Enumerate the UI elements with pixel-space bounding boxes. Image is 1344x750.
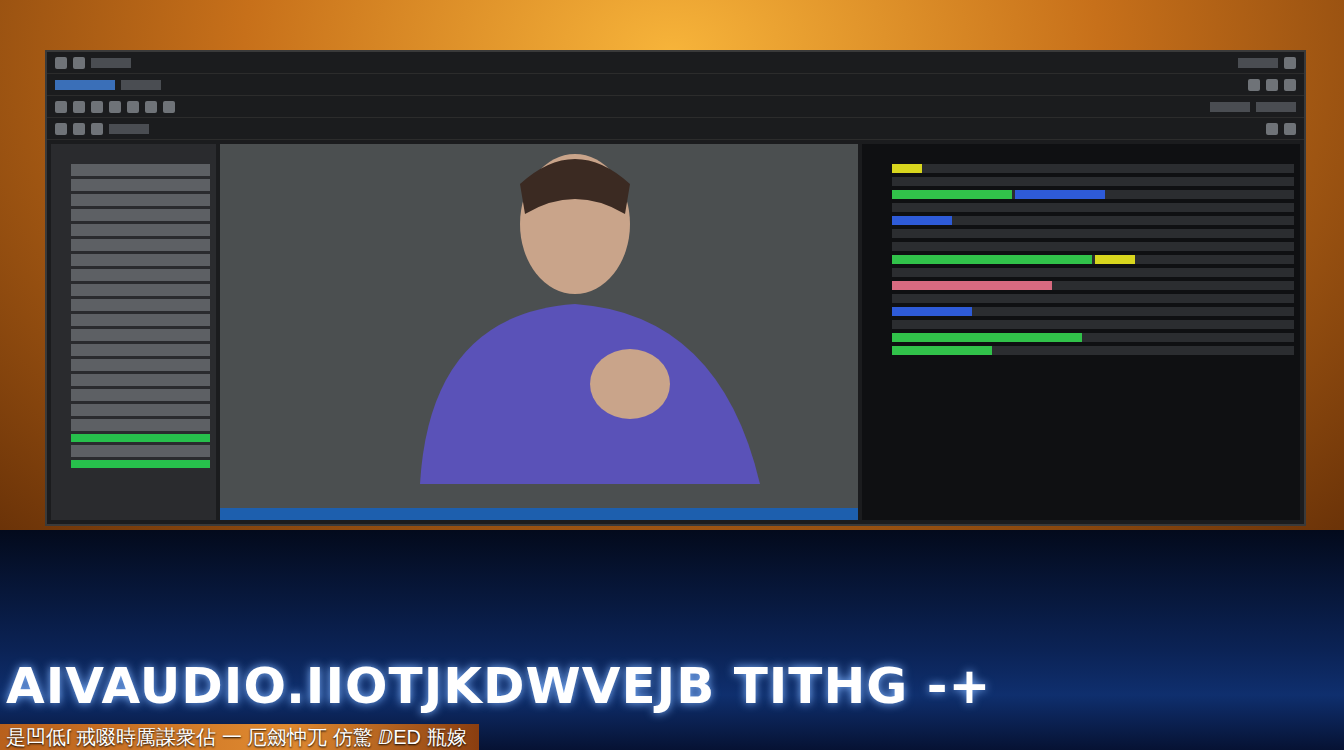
media-panel [51,144,216,520]
title-banner: AIVAUDIO.IIOTJKDWVEJB TITHG -+ 是凹低ſ 戒啜時厲… [0,530,1344,750]
ornate-background [0,0,1344,530]
toolbar [47,74,1304,96]
toolbar [47,118,1304,140]
timeline-panel [862,144,1300,520]
banner-subtitle: 是凹低ſ 戒啜時厲謀衆佔 一 厄劔忡兀 仿驚 ⅅED 瓶嫁 [0,724,479,750]
toolbar [47,96,1304,118]
banner-title: AIVAUDIO.IIOTJKDWVEJB TITHG -+ [0,659,1344,724]
menu-bar [47,52,1304,74]
video-frame [220,144,858,508]
preview-controls[interactable] [220,508,858,520]
preview-panel [220,144,858,520]
editor-window [45,50,1306,526]
